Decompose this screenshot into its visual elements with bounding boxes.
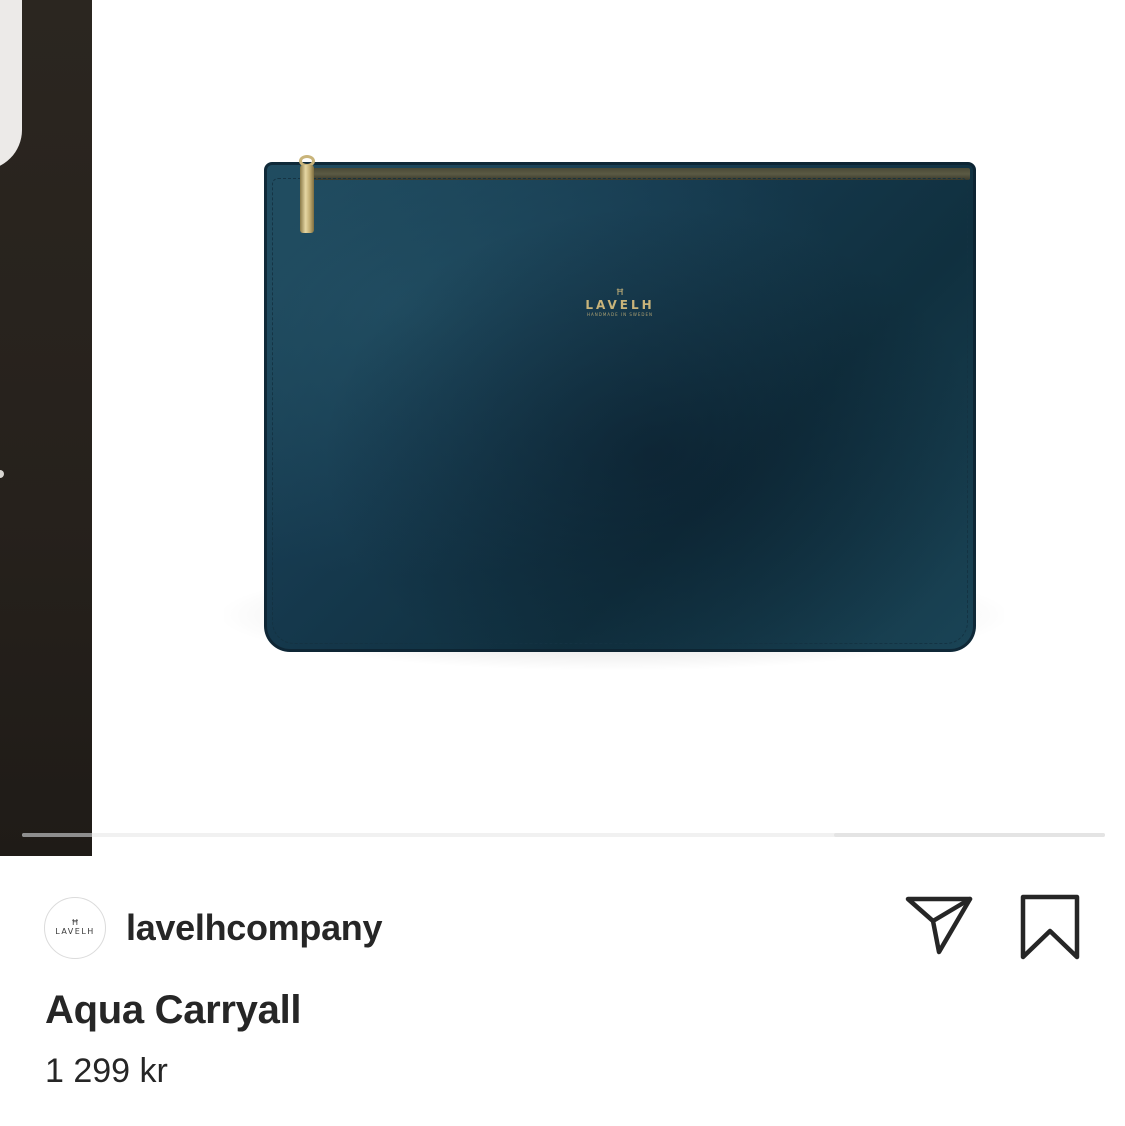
- pouch-stitching: [272, 178, 968, 644]
- carousel-progress-fill: [834, 833, 1105, 837]
- product-price: 1 299 kr: [45, 1052, 168, 1090]
- product-title: Aqua Carryall: [45, 988, 302, 1032]
- zipper-pull: [297, 155, 317, 233]
- previous-slide-shirt: [0, 0, 22, 170]
- carousel-progress-previous: [22, 833, 92, 837]
- zipper-tab: [300, 165, 314, 233]
- username-link[interactable]: lavelhcompany: [126, 907, 383, 949]
- product-image-carousel[interactable]: Ħ LAVELH HANDMADE IN SWEDEN: [0, 0, 1125, 856]
- previous-slide-detail: [0, 470, 4, 478]
- leather-pouch: [264, 162, 976, 652]
- post-owner-row: Ħ LAVELH lavelhcompany: [44, 895, 383, 961]
- paper-plane-icon[interactable]: [905, 894, 973, 956]
- avatar-wordmark: LAVELH: [55, 927, 95, 936]
- bookmark-icon[interactable]: [1019, 893, 1081, 961]
- pouch-brand-monogram: Ħ: [615, 288, 625, 298]
- avatar[interactable]: Ħ LAVELH: [44, 897, 106, 959]
- carousel-progress-track: [22, 833, 1105, 837]
- pouch-brand-tagline: HANDMADE IN SWEDEN: [587, 312, 653, 317]
- avatar-monogram: Ħ: [71, 918, 79, 927]
- pouch-brand-wordmark: LAVELH: [585, 298, 655, 312]
- previous-slide-image[interactable]: [0, 0, 92, 856]
- pouch-brand-logo: Ħ LAVELH HANDMADE IN SWEDEN: [570, 288, 670, 318]
